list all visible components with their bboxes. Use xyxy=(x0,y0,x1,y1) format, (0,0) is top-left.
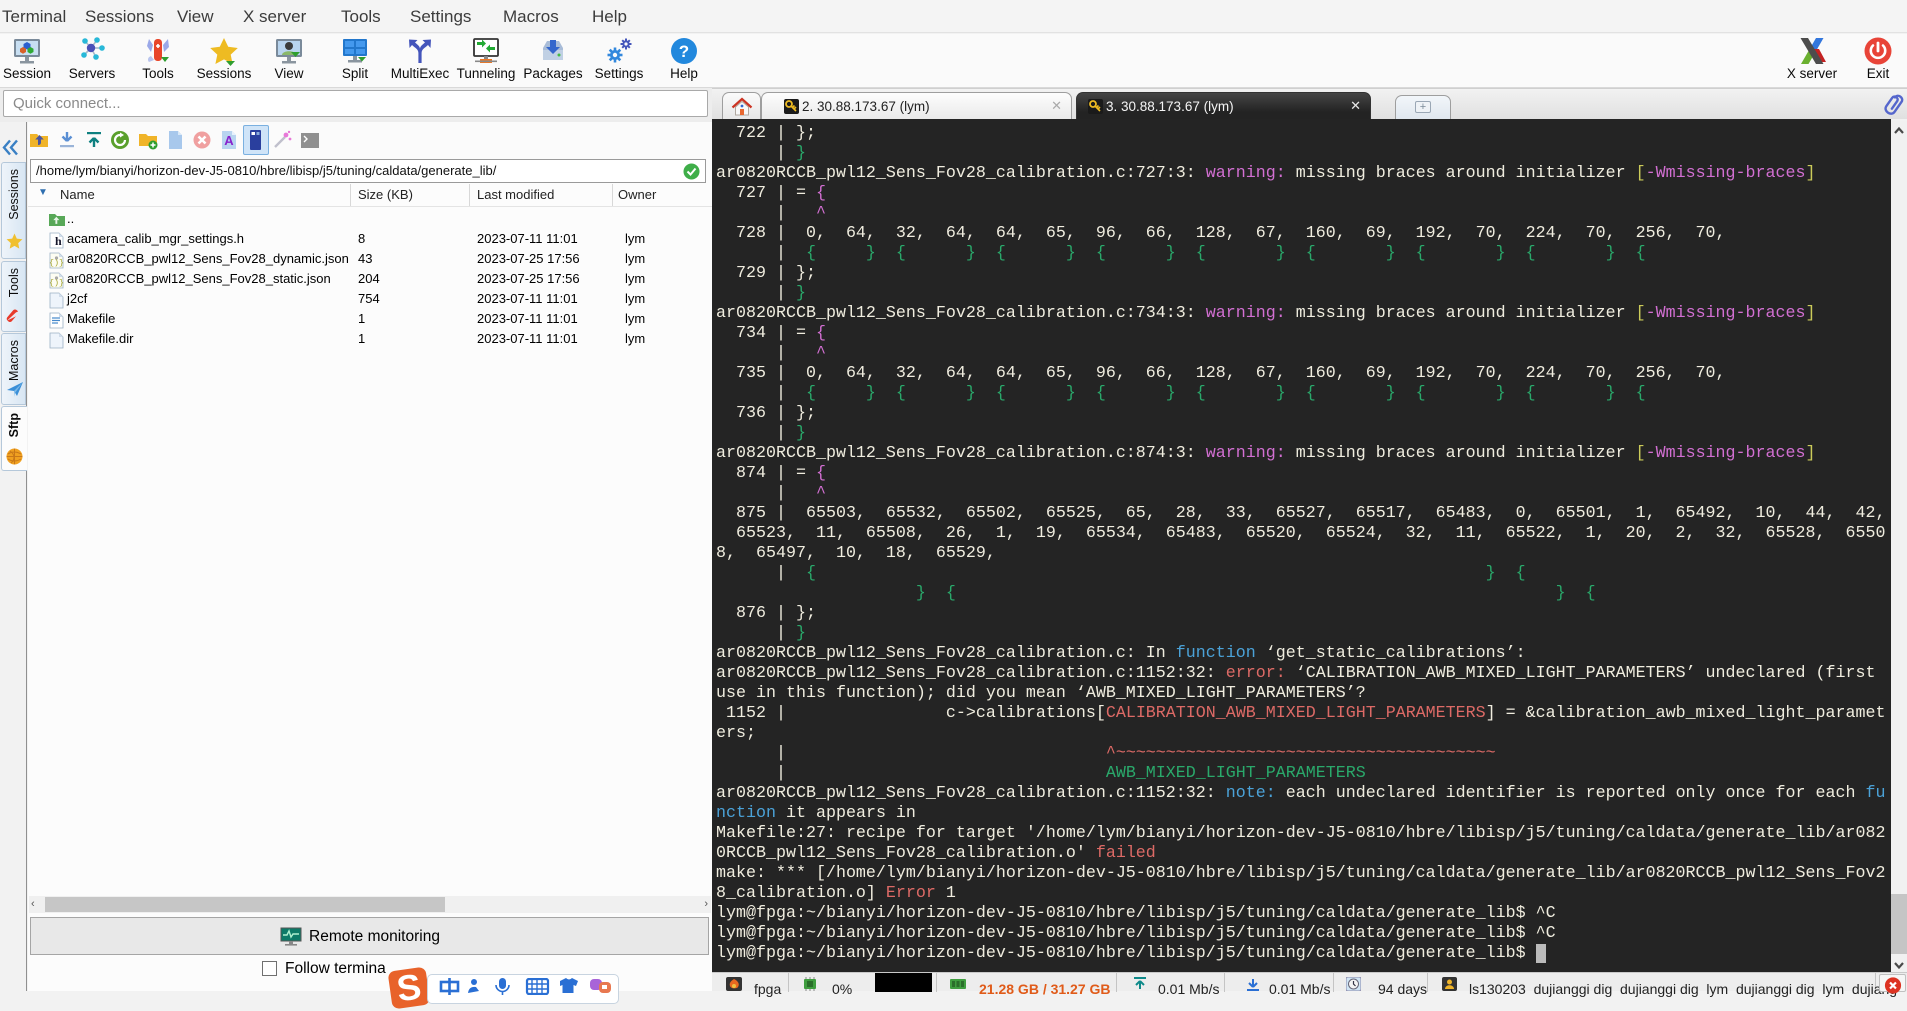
svg-text:?: ? xyxy=(679,42,689,61)
svg-text:{)}: {)} xyxy=(49,258,64,268)
svg-text:A: A xyxy=(224,133,234,148)
svg-text:{)}: {)} xyxy=(49,278,64,288)
svg-text:h: h xyxy=(55,234,62,248)
